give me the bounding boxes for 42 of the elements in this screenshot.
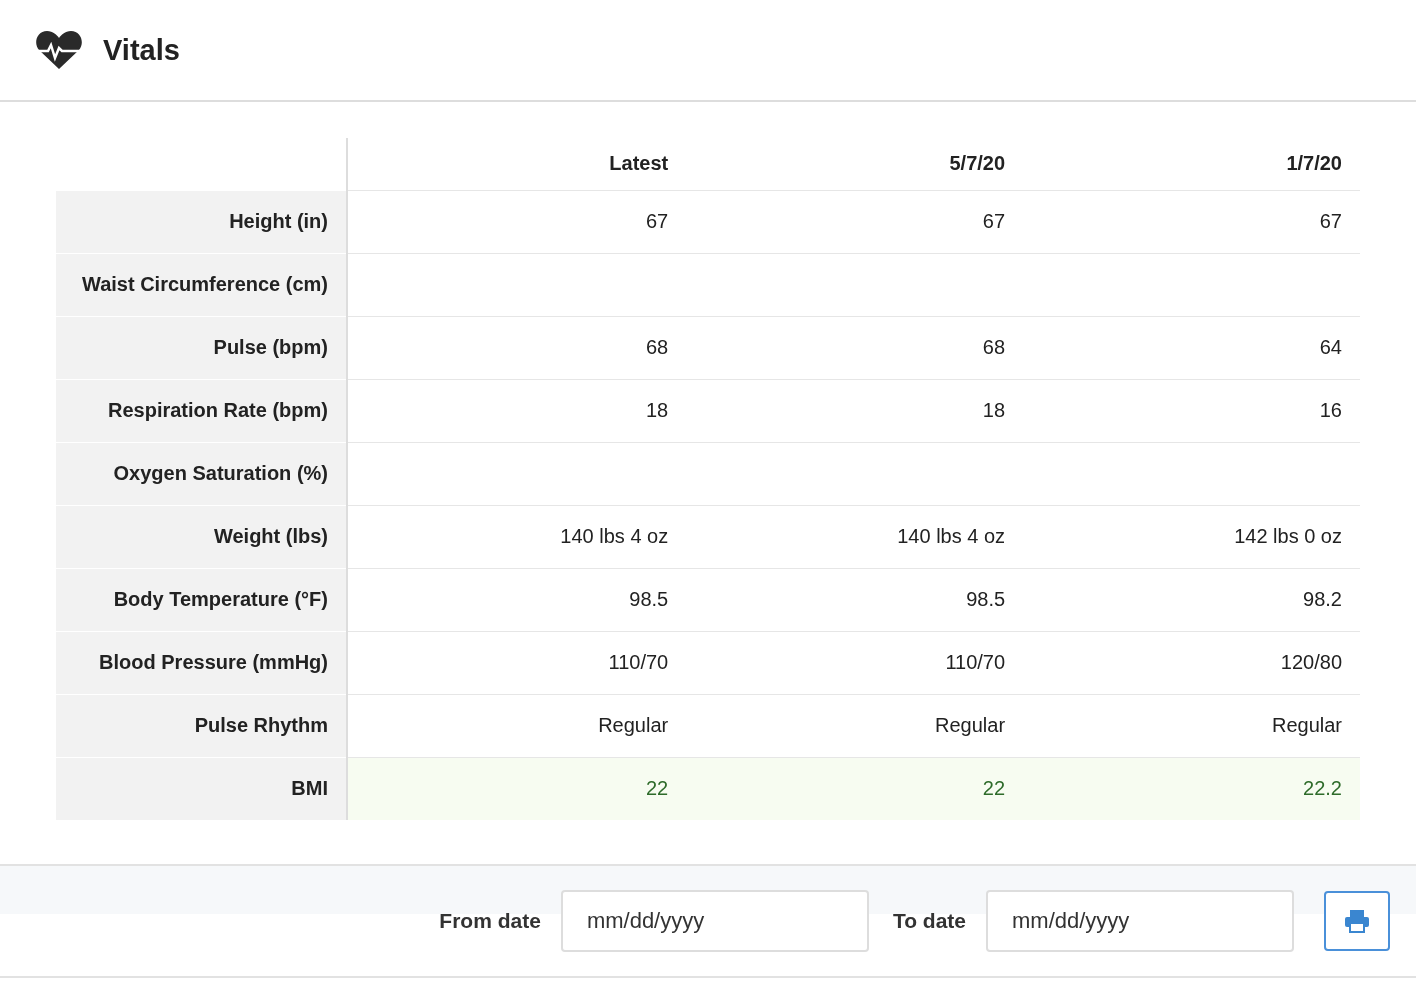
- table-cell: 110/70: [347, 631, 687, 694]
- column-header: Latest: [347, 138, 687, 190]
- table-cell: 98.5: [347, 568, 687, 631]
- print-icon: [1344, 909, 1370, 933]
- row-label: Pulse Rhythm: [56, 694, 347, 757]
- heart-pulse-icon: [35, 29, 83, 71]
- row-label: Waist Circumference (cm): [56, 253, 347, 316]
- row-label: BMI: [56, 757, 347, 820]
- print-button[interactable]: [1324, 891, 1390, 951]
- to-date-field[interactable]: mm/dd/yyyy: [986, 890, 1294, 952]
- table-cell: 120/80: [1023, 631, 1360, 694]
- table-cell: 140 lbs 4 oz: [686, 505, 1024, 568]
- table-cell: 98.5: [686, 568, 1024, 631]
- column-header: 5/7/20: [686, 138, 1024, 190]
- table-cell: 67: [686, 190, 1024, 253]
- row-label: Body Temperature (°F): [56, 568, 347, 631]
- to-date-label: To date: [892, 909, 966, 933]
- table-cell: 68: [347, 316, 687, 379]
- table-cell: 22.2: [1023, 757, 1360, 820]
- table-cell: 64: [1023, 316, 1360, 379]
- row-label: Respiration Rate (bpm): [56, 379, 347, 442]
- row-label: Pulse (bpm): [56, 316, 347, 379]
- table-cell: 67: [347, 190, 687, 253]
- row-label: Weight (lbs): [56, 505, 347, 568]
- table-cell: 22: [347, 757, 687, 820]
- table-cell: 18: [347, 379, 687, 442]
- from-date-label: From date: [439, 909, 541, 933]
- table-cell: 18: [686, 379, 1024, 442]
- page-title: Vitals: [103, 33, 180, 67]
- table-cell: 68: [686, 316, 1024, 379]
- row-label: Height (in): [56, 190, 347, 253]
- table-cell: 22: [686, 757, 1024, 820]
- table-cell: 140 lbs 4 oz: [347, 505, 687, 568]
- table-cell: 98.2: [1023, 568, 1360, 631]
- table-cell: 110/70: [686, 631, 1024, 694]
- table-cell: 67: [1023, 190, 1360, 253]
- row-label: Oxygen Saturation (%): [56, 442, 347, 505]
- table-cell: 16: [1023, 379, 1360, 442]
- table-cell: 142 lbs 0 oz: [1023, 505, 1360, 568]
- row-label: Blood Pressure (mmHg): [56, 631, 347, 694]
- from-date-field[interactable]: mm/dd/yyyy: [560, 890, 869, 952]
- column-header: 1/7/20: [1023, 138, 1360, 190]
